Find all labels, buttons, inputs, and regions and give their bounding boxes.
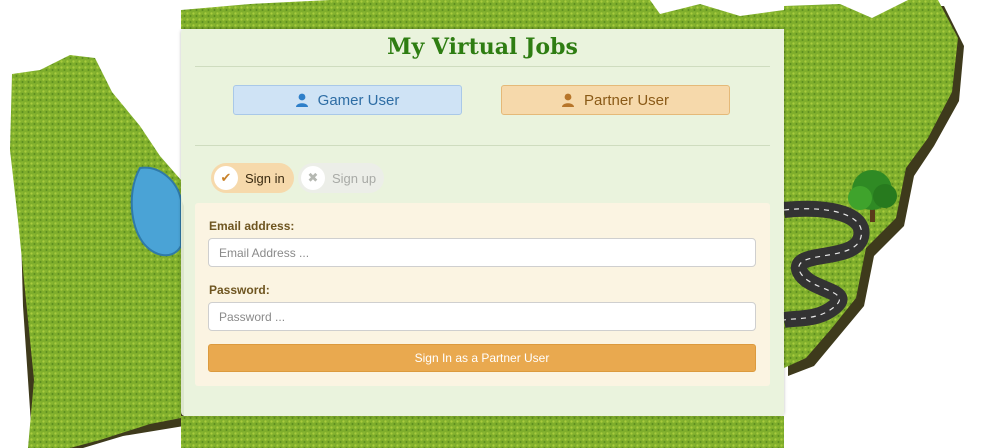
landmass-top <box>181 0 784 29</box>
partner-user-label: Partner User <box>583 91 670 109</box>
password-input[interactable] <box>208 302 756 331</box>
check-icon: ✔ <box>214 166 238 190</box>
user-icon <box>561 93 574 107</box>
login-panel: My Virtual Jobs Gamer User Partner User … <box>181 29 784 416</box>
gamer-user-label: Gamer User <box>317 91 400 109</box>
close-icon: ✖ <box>301 166 325 190</box>
email-label: Email address: <box>209 219 295 233</box>
user-icon <box>295 93 308 107</box>
tab-sign-in[interactable]: ✔ Sign in <box>211 163 294 193</box>
divider <box>195 66 770 67</box>
tab-sign-in-label: Sign in <box>245 170 285 186</box>
password-label: Password: <box>209 283 270 297</box>
partner-user-button[interactable]: Partner User <box>501 85 730 115</box>
gamer-user-button[interactable]: Gamer User <box>233 85 462 115</box>
app-title: My Virtual Jobs <box>387 34 578 60</box>
divider <box>195 145 770 146</box>
sign-in-form: Email address: Password: Sign In as a Pa… <box>195 203 770 386</box>
tab-sign-up[interactable]: ✖ Sign up <box>298 163 384 193</box>
tab-sign-up-label: Sign up <box>332 170 377 186</box>
sign-in-submit-button[interactable]: Sign In as a Partner User <box>208 344 756 372</box>
email-input[interactable] <box>208 238 756 267</box>
landmass-bottom <box>181 416 784 448</box>
